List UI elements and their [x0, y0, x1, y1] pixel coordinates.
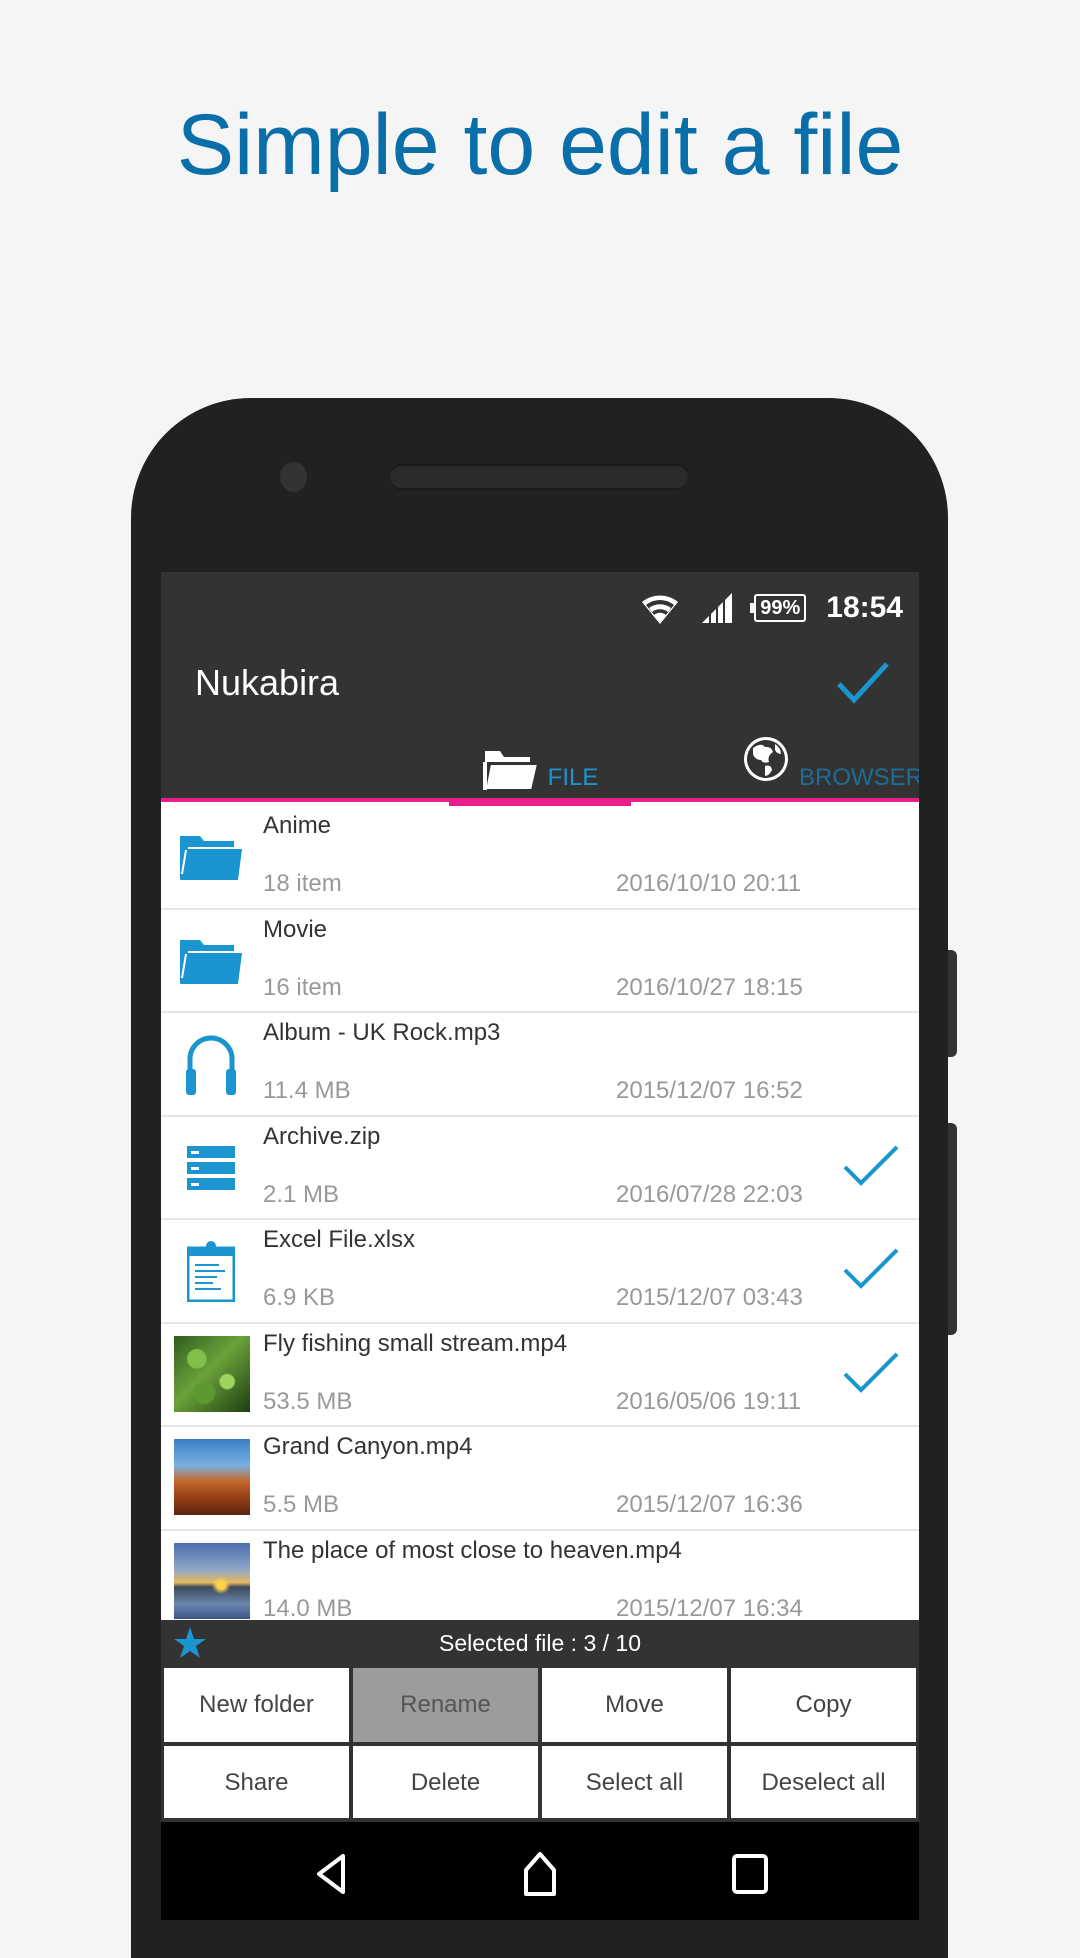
select-all-button[interactable]: Select all: [542, 1746, 727, 1820]
selection-count: Selected file : 3 / 10: [438, 1630, 641, 1656]
action-grid: New folder Rename Move Copy Share Delete…: [161, 1666, 919, 1820]
volume-button: [948, 950, 957, 1057]
file-date: 2015/12/07 03:43: [616, 1284, 803, 1311]
file-list: Anime 18 item 2016/10/10 20:11 Movie 16 …: [161, 806, 919, 1634]
battery-indicator: 99%: [750, 594, 807, 622]
file-row[interactable]: Grand Canyon.mp4 5.5 MB 2015/12/07 16:36: [161, 1427, 919, 1531]
nav-bar: [161, 1818, 919, 1920]
tab-browser[interactable]: BROWSER: [741, 722, 919, 802]
tab-file-label: FILE: [547, 764, 599, 791]
file-name: Archive.zip: [263, 1122, 381, 1150]
file-row[interactable]: Movie 16 item 2016/10/27 18:15: [161, 909, 919, 1013]
app-title: Nukabira: [195, 662, 340, 703]
deselect-all-button[interactable]: Deselect all: [731, 1746, 916, 1820]
recents-icon[interactable]: [726, 1850, 774, 1898]
checkmark-icon[interactable]: [835, 658, 891, 708]
headphones-icon: [173, 1025, 249, 1103]
tab-file[interactable]: FILE: [449, 722, 631, 806]
cell-signal-icon: [702, 593, 733, 623]
home-icon[interactable]: [516, 1850, 564, 1898]
file-row[interactable]: The place of most close to heaven.mp4 14…: [161, 1530, 919, 1634]
new-folder-button[interactable]: New folder: [164, 1668, 349, 1742]
file-date: 2016/07/28 22:03: [616, 1180, 803, 1208]
video-thumbnail: [174, 1542, 250, 1619]
front-camera: [280, 462, 307, 492]
earpiece-speaker: [390, 466, 688, 488]
globe-icon: [744, 737, 788, 781]
file-row[interactable]: Archive.zip 2.1 MB 2016/07/28 22:03: [161, 1116, 919, 1220]
rename-button[interactable]: Rename: [353, 1668, 538, 1742]
status-bar: 99% 18:54: [161, 572, 919, 644]
copy-button[interactable]: Copy: [731, 1668, 916, 1742]
file-size: 16 item: [263, 973, 342, 1001]
file-row[interactable]: Fly fishing small stream.mp4 53.5 MB 201…: [161, 1323, 919, 1427]
file-name: Anime: [263, 812, 332, 839]
app-bar: Nukabira: [161, 644, 919, 722]
selection-bar: Selected file : 3 / 10: [161, 1620, 919, 1666]
tab-bar: FILE BROWSER: [161, 722, 919, 806]
share-button[interactable]: Share: [164, 1746, 349, 1820]
file-name: Fly fishing small stream.mp4: [263, 1329, 568, 1357]
headline: Simple to edit a file: [176, 97, 904, 193]
file-size: 6.9 KB: [263, 1284, 336, 1311]
file-name: The place of most close to heaven.mp4: [263, 1536, 682, 1564]
folder-icon: [482, 751, 539, 791]
file-name: Excel File.xlsx: [263, 1226, 416, 1253]
selected-check-icon[interactable]: [843, 1350, 899, 1398]
folder-icon: [173, 818, 249, 896]
file-name: Movie: [263, 915, 328, 943]
delete-button[interactable]: Delete: [353, 1746, 538, 1820]
tab-browser-label: BROWSER: [799, 764, 919, 791]
selected-check-icon[interactable]: [843, 1246, 899, 1294]
file-size: 14.0 MB: [263, 1594, 353, 1622]
file-size: 53.5 MB: [263, 1387, 353, 1415]
file-row[interactable]: Excel File.xlsx 6.9 KB 2015/12/07 03:43: [161, 1220, 919, 1324]
selected-check-icon[interactable]: [843, 1143, 899, 1191]
clock: 18:54: [826, 591, 903, 624]
file-size: 2.1 MB: [263, 1180, 340, 1208]
file-row[interactable]: Anime 18 item 2016/10/10 20:11: [161, 806, 919, 910]
wifi-icon: [642, 595, 679, 624]
file-name: Album - UK Rock.mp3: [263, 1019, 501, 1046]
file-date: 2016/10/27 18:15: [616, 973, 803, 1001]
file-date: 2016/05/06 19:11: [616, 1387, 802, 1415]
file-row[interactable]: Album - UK Rock.mp3 11.4 MB 2015/12/07 1…: [161, 1013, 919, 1117]
file-name: Grand Canyon.mp4: [263, 1433, 473, 1460]
phone-screen: 99% 18:54 Nukabira FILE BROWSER Anime 18…: [161, 572, 919, 1920]
video-thumbnail: [174, 1335, 250, 1412]
power-button: [948, 1123, 957, 1335]
file-size: 5.5 MB: [263, 1491, 340, 1518]
back-icon[interactable]: [309, 1850, 357, 1898]
move-button[interactable]: Move: [542, 1668, 727, 1742]
clipboard-document-icon: [173, 1232, 249, 1310]
file-size: 11.4 MB: [263, 1077, 351, 1104]
folder-icon: [173, 922, 249, 1000]
file-date: 2015/12/07 16:34: [616, 1594, 803, 1622]
file-date: 2015/12/07 16:36: [616, 1491, 803, 1518]
file-date: 2015/12/07 16:52: [616, 1077, 803, 1104]
file-size: 18 item: [263, 870, 342, 897]
archive-icon: [173, 1129, 249, 1207]
file-date: 2016/10/10 20:11: [616, 870, 802, 897]
video-thumbnail: [174, 1439, 250, 1515]
